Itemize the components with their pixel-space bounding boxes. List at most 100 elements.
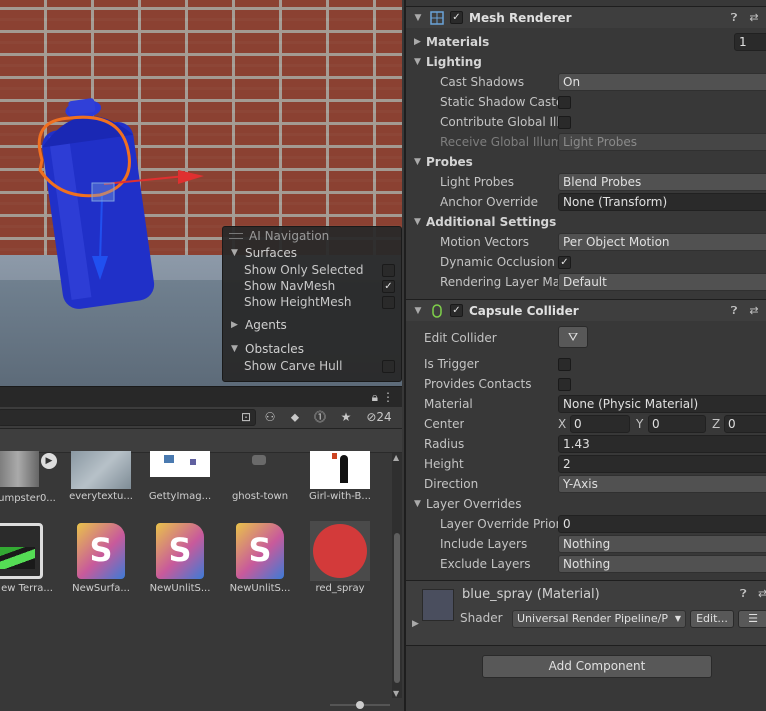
static-shadow-caster-checkbox[interactable] — [558, 95, 571, 109]
scrollbar-thumb[interactable] — [394, 533, 400, 683]
hidden-packages-toggle[interactable]: ⊘24 — [362, 409, 396, 426]
help-icon[interactable]: ❓︎ — [726, 11, 742, 25]
show-heightmesh-option[interactable]: Show HeightMesh — [223, 294, 401, 310]
surfaces-foldout[interactable]: ▼ Surfaces — [223, 244, 401, 262]
edit-collider-button[interactable]: ⛛ — [558, 326, 588, 348]
exclude-layers-label: Exclude Layers — [440, 557, 531, 571]
is-trigger-checkbox[interactable] — [558, 357, 571, 371]
additional-settings-row[interactable]: ▼ Additional Settings — [406, 212, 766, 232]
capsule-collider-header[interactable]: ▼ ✓ Capsule Collider ❓︎ ⇄ — [406, 299, 766, 321]
asset-item[interactable]: everytextu... — [68, 451, 134, 502]
layer-override-priority-field[interactable]: 0 — [558, 515, 766, 533]
show-navmesh-option[interactable]: Show NavMesh ✓ — [223, 278, 401, 294]
spray-can[interactable] — [36, 93, 156, 311]
foldout-open-icon[interactable]: ▼ — [410, 13, 426, 23]
material-preview-swatch[interactable] — [422, 589, 454, 621]
mesh-renderer-icon — [430, 10, 444, 25]
asset-item[interactable]: S NewUnlitS... — [147, 521, 213, 594]
probes-row[interactable]: ▼ Probes — [406, 152, 766, 172]
search-by-type-icon[interactable]: ⚇ — [260, 409, 280, 426]
zoom-slider[interactable] — [330, 701, 390, 709]
obstacles-foldout[interactable]: ▼ Obstacles — [223, 340, 401, 358]
center-z-field[interactable]: 0 — [724, 415, 766, 433]
exclude-layers-dropdown[interactable]: Nothing — [558, 555, 766, 573]
more-options-icon[interactable]: ⋮ — [382, 390, 394, 404]
scroll-down-icon[interactable]: ▼ — [393, 689, 399, 698]
asset-thumbnail — [71, 451, 131, 489]
contribute-gi-checkbox[interactable] — [558, 115, 571, 129]
mesh-renderer-header[interactable]: ▼ ✓ Mesh Renderer ❓︎ ⇄ — [406, 6, 766, 28]
presets-icon[interactable]: ⇄ — [758, 587, 766, 600]
lock-icon[interactable]: 🔒︎ — [372, 390, 378, 405]
agents-foldout[interactable]: ▶ Agents — [223, 316, 401, 334]
physic-material-field[interactable]: None (Physic Material) — [558, 395, 766, 413]
asset-label: NewSurfa... — [72, 583, 130, 594]
log-types-icon[interactable]: ⓵ — [310, 409, 330, 426]
asset-item[interactable]: Girl-with-B... — [307, 451, 373, 502]
shader-edit-button[interactable]: Edit... — [690, 610, 734, 628]
scene-view[interactable]: AI Navigation ▼ Surfaces Show Only Selec… — [0, 0, 402, 386]
motion-vectors-dropdown[interactable]: Per Object Motion — [558, 233, 766, 251]
mesh-renderer-enabled-checkbox[interactable]: ✓ — [450, 11, 463, 24]
center-y-field[interactable]: 0 — [648, 415, 706, 433]
asset-item[interactable]: S NewSurfa... — [68, 521, 134, 594]
show-navmesh-checkbox[interactable]: ✓ — [382, 279, 395, 293]
anchor-override-field[interactable]: None (Transform) — [558, 193, 766, 211]
center-x-field[interactable]: 0 — [570, 415, 630, 433]
radius-field[interactable]: 1.43 — [558, 435, 766, 453]
project-scrollbar[interactable]: ▲ ▼ — [392, 453, 402, 698]
asset-item[interactable]: GettyImag... — [147, 451, 213, 502]
motion-vectors-label: Motion Vectors — [440, 235, 529, 249]
foldout-open-icon[interactable]: ▼ — [410, 306, 426, 316]
show-only-selected-checkbox[interactable] — [382, 263, 395, 277]
presets-icon[interactable]: ⇄ — [746, 11, 762, 24]
show-carve-hull-checkbox[interactable] — [382, 359, 395, 373]
capsule-collider-enabled-checkbox[interactable]: ✓ — [450, 304, 463, 317]
foldout-closed-icon[interactable]: ▶ — [412, 619, 419, 629]
show-heightmesh-checkbox[interactable] — [382, 295, 395, 309]
include-layers-dropdown[interactable]: Nothing — [558, 535, 766, 553]
direction-row: Direction Y-Axis — [406, 474, 766, 494]
eye-slash-icon: ⊘ — [366, 410, 377, 424]
cast-shadows-dropdown[interactable]: On — [558, 73, 766, 91]
scroll-up-icon[interactable]: ▲ — [393, 453, 399, 462]
light-probes-dropdown[interactable]: Blend Probes — [558, 173, 766, 191]
help-icon[interactable]: ❓︎ — [740, 587, 747, 601]
search-by-label-icon[interactable]: ⬥ — [285, 409, 305, 426]
asset-item[interactable]: ▶ umpster0... — [0, 451, 60, 504]
materials-count-field[interactable]: 1 — [734, 33, 766, 51]
asset-label: GettyImag... — [148, 491, 212, 502]
presets-icon[interactable]: ⇄ — [746, 304, 762, 317]
rendering-layer-mask-dropdown[interactable]: Default — [558, 273, 766, 291]
add-component-button[interactable]: Add Component — [482, 655, 712, 678]
asset-item[interactable]: ew Terra... — [0, 521, 60, 594]
materials-label: Materials — [426, 35, 490, 49]
search-input[interactable] — [0, 409, 256, 426]
zoom-slider-handle[interactable] — [356, 701, 364, 709]
dynamic-occlusion-checkbox[interactable]: ✓ — [558, 255, 571, 269]
shader-menu-icon[interactable]: ☰ — [738, 610, 766, 628]
height-field[interactable]: 2 — [558, 455, 766, 473]
direction-dropdown[interactable]: Y-Axis — [558, 475, 766, 493]
asset-item[interactable]: red_spray — [307, 521, 373, 594]
drag-handle-icon[interactable] — [229, 232, 243, 239]
asset-thumbnail: S — [230, 521, 290, 581]
provides-contacts-checkbox[interactable] — [558, 377, 571, 391]
foldout-open-icon: ▼ — [414, 57, 421, 67]
show-carve-hull-option[interactable]: Show Carve Hull — [223, 358, 401, 374]
materials-row[interactable]: ▶ Materials 1 — [406, 32, 766, 52]
asset-item[interactable]: S NewUnlitS... — [227, 521, 293, 594]
ai-navigation-header[interactable]: AI Navigation — [223, 227, 401, 244]
include-layers-label: Include Layers — [440, 537, 528, 551]
search-history-icon[interactable]: ⊡ — [236, 409, 256, 426]
agents-label: Agents — [245, 318, 287, 332]
help-icon[interactable]: ❓︎ — [726, 304, 742, 318]
asset-item[interactable]: ghost-town — [227, 451, 293, 502]
show-only-selected-option[interactable]: Show Only Selected — [223, 262, 401, 278]
favorites-star-icon[interactable]: ★ — [336, 409, 356, 426]
play-icon[interactable]: ▶ — [41, 453, 57, 469]
lighting-row[interactable]: ▼ Lighting — [406, 52, 766, 72]
layer-overrides-row[interactable]: ▼ Layer Overrides — [406, 494, 766, 514]
cast-shadows-row: Cast Shadows On — [406, 72, 766, 92]
shader-dropdown[interactable]: Universal Render Pipeline/P ▼ — [512, 610, 686, 628]
